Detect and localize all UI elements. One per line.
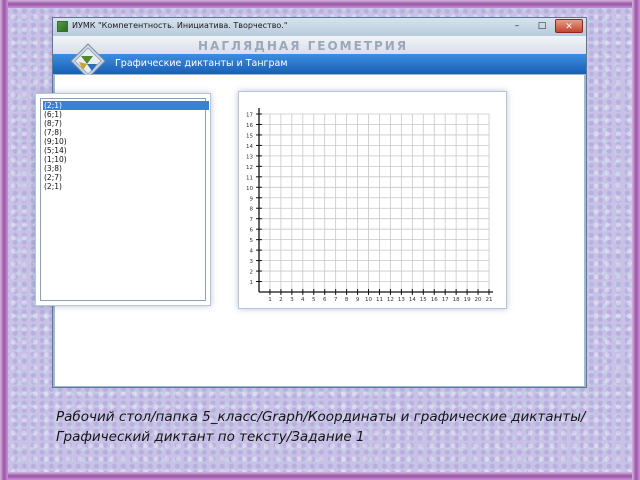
y-tick-label: 15 xyxy=(246,133,253,139)
list-item[interactable]: (3;8) xyxy=(43,164,209,173)
x-tick-label: 3 xyxy=(290,297,294,303)
x-tick-label: 20 xyxy=(475,297,482,303)
caption-path: Рабочий стол/папка 5_класс/Graph/Координ… xyxy=(56,409,586,445)
list-item[interactable]: (7;8) xyxy=(43,128,209,137)
y-tick-label: 7 xyxy=(250,217,254,223)
title-bar[interactable]: ИУМК "Компетентность. Инициатива. Творче… xyxy=(53,18,586,36)
y-tick-label: 12 xyxy=(246,165,253,171)
frame-left xyxy=(0,0,8,480)
list-item[interactable]: (2;1) xyxy=(43,101,209,110)
y-tick-label: 10 xyxy=(246,186,253,192)
x-tick-label: 10 xyxy=(365,297,372,303)
section-title: Графические диктанты и Танграм xyxy=(115,58,288,69)
y-tick-label: 16 xyxy=(246,123,253,129)
x-tick-label: 2 xyxy=(279,297,283,303)
coordinate-grid-panel: 17 16 15 14 13 12 11 10 9 8 7 6 5 4 3 2 1 1 2 3 4 5 6 7 8 9 10 11 12… xyxy=(238,91,507,309)
header-title: НАГЛЯДНАЯ ГЕОМЕТРИЯ xyxy=(198,39,409,53)
list-item[interactable]: (1;10) xyxy=(43,155,209,164)
x-tick-label: 11 xyxy=(376,297,383,303)
x-tick-label: 12 xyxy=(387,297,394,303)
x-tick-label: 6 xyxy=(323,297,327,303)
close-button[interactable]: ✕ xyxy=(555,19,583,33)
x-tick-label: 14 xyxy=(409,297,416,303)
y-tick-label: 14 xyxy=(246,144,253,150)
minimize-button[interactable]: – xyxy=(505,19,529,33)
y-tick-label: 4 xyxy=(250,249,254,255)
y-tick-label: 5 xyxy=(250,238,254,244)
section-bar: Графические диктанты и Танграм xyxy=(53,54,586,74)
x-tick-label: 16 xyxy=(431,297,438,303)
list-item[interactable]: (5;14) xyxy=(43,146,209,155)
y-tick-label: 11 xyxy=(246,175,253,181)
x-tick-label: 19 xyxy=(464,297,471,303)
coordinates-list[interactable]: (2;1) (6;1) (8;7) (7;8) (9;10) (5;14) (1… xyxy=(40,98,209,301)
list-item[interactable]: (9;10) xyxy=(43,137,209,146)
x-tick-label: 9 xyxy=(356,297,360,303)
x-tick-label: 4 xyxy=(301,297,305,303)
y-tick-label: 9 xyxy=(250,196,254,202)
maximize-button[interactable]: □ xyxy=(530,19,554,33)
y-tick-label: 17 xyxy=(246,113,253,119)
x-tick-label: 18 xyxy=(453,297,460,303)
y-tick-label: 6 xyxy=(250,228,254,234)
list-item[interactable]: (6;1) xyxy=(43,110,209,119)
y-tick-label: 3 xyxy=(250,259,254,265)
y-tick-label: 13 xyxy=(246,154,253,160)
x-tick-label: 15 xyxy=(420,297,427,303)
list-item[interactable]: (2;7) xyxy=(43,173,209,182)
window-title: ИУМК "Компетентность. Инициатива. Творче… xyxy=(72,21,288,30)
x-tick-label: 5 xyxy=(312,297,316,303)
y-tick-label: 2 xyxy=(250,270,254,276)
y-tick-label: 8 xyxy=(250,207,254,213)
list-item[interactable]: (8;7) xyxy=(43,119,209,128)
x-tick-label: 8 xyxy=(345,297,349,303)
frame-bottom xyxy=(0,472,640,480)
x-tick-label: 21 xyxy=(486,297,493,303)
x-tick-label: 1 xyxy=(268,297,272,303)
x-tick-label: 13 xyxy=(398,297,405,303)
frame-top xyxy=(0,0,640,8)
list-item[interactable]: (2;1) xyxy=(43,182,209,191)
coordinates-panel: (2;1) (6;1) (8;7) (7;8) (9;10) (5;14) (1… xyxy=(35,93,211,306)
frame-right xyxy=(632,0,640,480)
app-icon xyxy=(57,21,68,32)
x-tick-label: 17 xyxy=(442,297,449,303)
coordinate-grid[interactable]: 17161514131211109876543211 2 3 4 5 6 7 8 9 10 11 12… xyxy=(239,92,506,308)
y-tick-label: 1 xyxy=(250,280,254,286)
x-tick-label: 7 xyxy=(334,297,338,303)
